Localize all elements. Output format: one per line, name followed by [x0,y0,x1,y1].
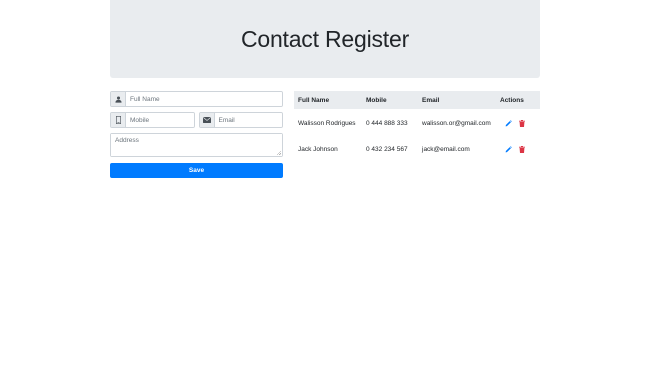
cell-full-name: Jack Johnson [298,145,338,153]
cell-mobile: 0 432 234 567 [366,145,408,153]
email-group [198,112,283,128]
pencil-icon[interactable] [505,145,512,153]
column-header-full-name: Full Name [298,96,330,104]
trash-icon[interactable] [519,145,525,153]
column-header-mobile: Mobile [366,96,387,104]
table-row: Walisson Rodrigues 0 444 888 333 walisso… [294,109,540,137]
address-group [110,133,283,157]
column-header-actions: Actions [500,96,524,104]
cell-mobile: 0 444 888 333 [366,119,408,127]
cell-actions [496,109,540,137]
trash-icon[interactable] [519,119,525,127]
cell-actions [496,137,540,161]
full-name-group [110,91,283,107]
resize-handle[interactable] [277,151,281,155]
contacts-table-container: Full Name Mobile Email Actions Walisson … [294,91,540,161]
pencil-icon[interactable] [505,119,512,127]
contacts-table: Full Name Mobile Email Actions Walisson … [294,91,540,161]
mobile-group [110,112,195,128]
table-header-row: Full Name Mobile Email Actions [294,91,540,109]
mobile-input[interactable] [126,113,194,127]
cell-full-name: Walisson Rodrigues [298,119,356,127]
email-input[interactable] [214,113,282,127]
envelope-icon [199,113,215,127]
save-button[interactable]: Save [110,163,283,178]
cell-email: jack@email.com [422,145,470,153]
contact-form: Save [110,91,283,178]
user-icon [111,92,126,106]
page-title: Contact Register [240,25,410,52]
address-textarea[interactable] [111,134,282,156]
table-row: Jack Johnson 0 432 234 567 jack@email.co… [294,137,540,161]
page-header: Contact Register [110,0,540,78]
cell-email: walisson.or@gmail.com [422,119,491,127]
column-header-email: Email [422,96,440,104]
mobile-phone-icon [111,113,126,127]
full-name-input[interactable] [126,92,282,106]
